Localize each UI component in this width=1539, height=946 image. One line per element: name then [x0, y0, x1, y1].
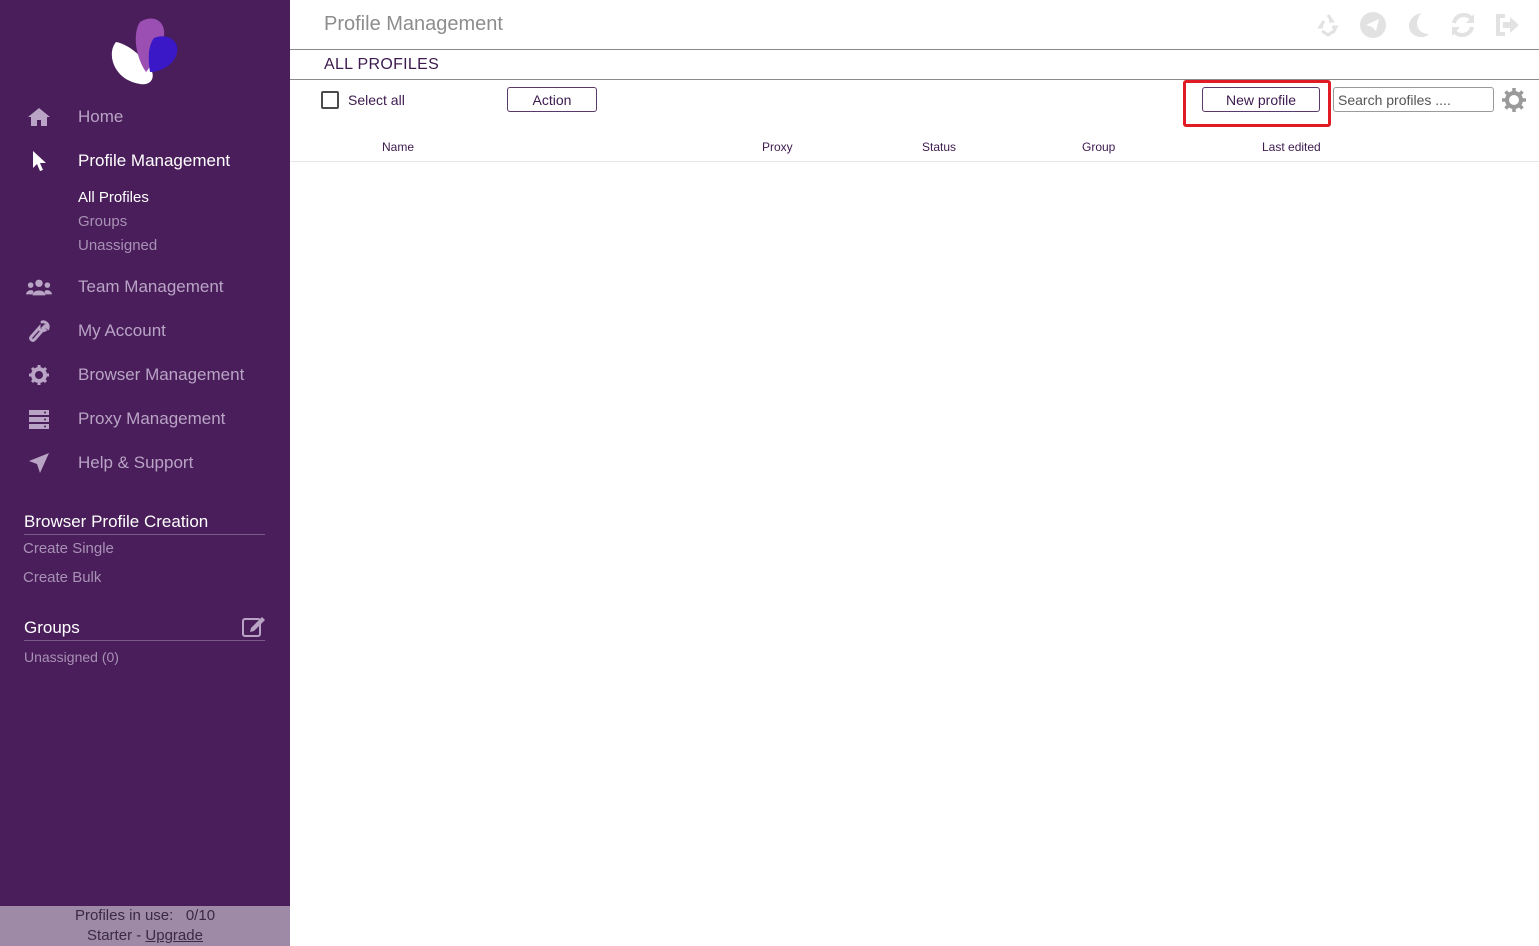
sidebar-item-all-profiles[interactable]: All Profiles	[78, 189, 149, 206]
usage-footer: Profiles in use: 0/10 Starter - Upgrade	[0, 906, 290, 946]
telegram-icon[interactable]	[1360, 12, 1386, 38]
action-button[interactable]: Action	[507, 87, 597, 112]
toolbar: Select all Action New profile	[290, 80, 1539, 127]
recycle-icon[interactable]	[1315, 12, 1341, 38]
nav-home-label: Home	[78, 107, 124, 126]
edit-groups-icon[interactable]	[241, 614, 267, 638]
column-group[interactable]: Group	[1082, 140, 1115, 154]
select-all-checkbox[interactable]	[321, 91, 339, 109]
main-content: Profile Management ALL PROFILES Select a…	[290, 0, 1539, 946]
top-bar: Profile Management	[290, 0, 1539, 50]
column-last-edited[interactable]: Last edited	[1262, 140, 1321, 154]
section-header: ALL PROFILES	[290, 50, 1539, 80]
page-title: Profile Management	[324, 13, 503, 35]
nav-profile-management-label: Profile Management	[78, 151, 231, 170]
new-profile-button[interactable]: New profile	[1202, 87, 1320, 112]
section-title: ALL PROFILES	[324, 56, 440, 73]
refresh-icon[interactable]	[1450, 12, 1476, 38]
section-profile-creation-title: Browser Profile Creation	[24, 512, 265, 535]
server-icon	[26, 408, 52, 430]
select-all[interactable]: Select all	[321, 91, 405, 109]
column-proxy[interactable]: Proxy	[762, 140, 793, 154]
home-icon	[26, 106, 52, 128]
sidebar: Home Profile Management All Profiles Gro…	[0, 0, 290, 946]
column-name[interactable]: Name	[382, 140, 414, 154]
nav-my-account-label: My Account	[78, 321, 166, 340]
nav-team-management-label: Team Management	[78, 277, 224, 296]
nav-profile-management[interactable]: Profile Management	[0, 144, 290, 178]
create-single-link[interactable]: Create Single	[23, 540, 114, 557]
moon-icon[interactable]	[1405, 12, 1431, 38]
profiles-usage-value: 0/10	[185, 907, 216, 924]
nav-home[interactable]: Home	[0, 100, 290, 134]
settings-gear-icon[interactable]	[1502, 88, 1526, 112]
top-icons	[1315, 12, 1521, 38]
section-groups-title: Groups	[24, 618, 265, 641]
plan-separator: -	[132, 927, 146, 944]
nav-help-support[interactable]: Help & Support	[0, 446, 290, 480]
nav-browser-management[interactable]: Browser Management	[0, 358, 290, 392]
plan-info: Starter - Upgrade	[0, 926, 290, 946]
nav-proxy-management-label: Proxy Management	[78, 409, 226, 428]
create-bulk-link[interactable]: Create Bulk	[23, 569, 101, 586]
users-icon	[26, 276, 52, 298]
nav-proxy-management[interactable]: Proxy Management	[0, 402, 290, 436]
sidebar-item-groups[interactable]: Groups	[78, 213, 127, 230]
app-logo	[111, 18, 178, 85]
column-status[interactable]: Status	[922, 140, 956, 154]
nav-my-account[interactable]: My Account	[0, 314, 290, 348]
wrench-icon	[26, 320, 52, 342]
sidebar-item-unassigned[interactable]: Unassigned	[78, 237, 157, 254]
profiles-usage: Profiles in use: 0/10	[0, 906, 290, 926]
cursor-pointer-icon	[26, 150, 52, 172]
plan-name: Starter	[87, 927, 133, 944]
nav-browser-management-label: Browser Management	[78, 365, 245, 384]
paper-plane-icon	[26, 452, 52, 474]
upgrade-link[interactable]: Upgrade	[145, 927, 203, 944]
select-all-label: Select all	[348, 92, 405, 108]
search-input[interactable]	[1333, 87, 1494, 112]
nav-team-management[interactable]: Team Management	[0, 270, 290, 304]
nav-help-support-label: Help & Support	[78, 453, 194, 472]
gear-icon	[26, 364, 52, 386]
sign-out-icon[interactable]	[1495, 12, 1521, 38]
table-header: Name Proxy Status Group Last edited	[290, 135, 1539, 162]
profiles-usage-label: Profiles in use:	[74, 907, 174, 924]
group-item-unassigned[interactable]: Unassigned (0)	[24, 649, 119, 665]
app-window: Home Profile Management All Profiles Gro…	[0, 0, 1539, 946]
